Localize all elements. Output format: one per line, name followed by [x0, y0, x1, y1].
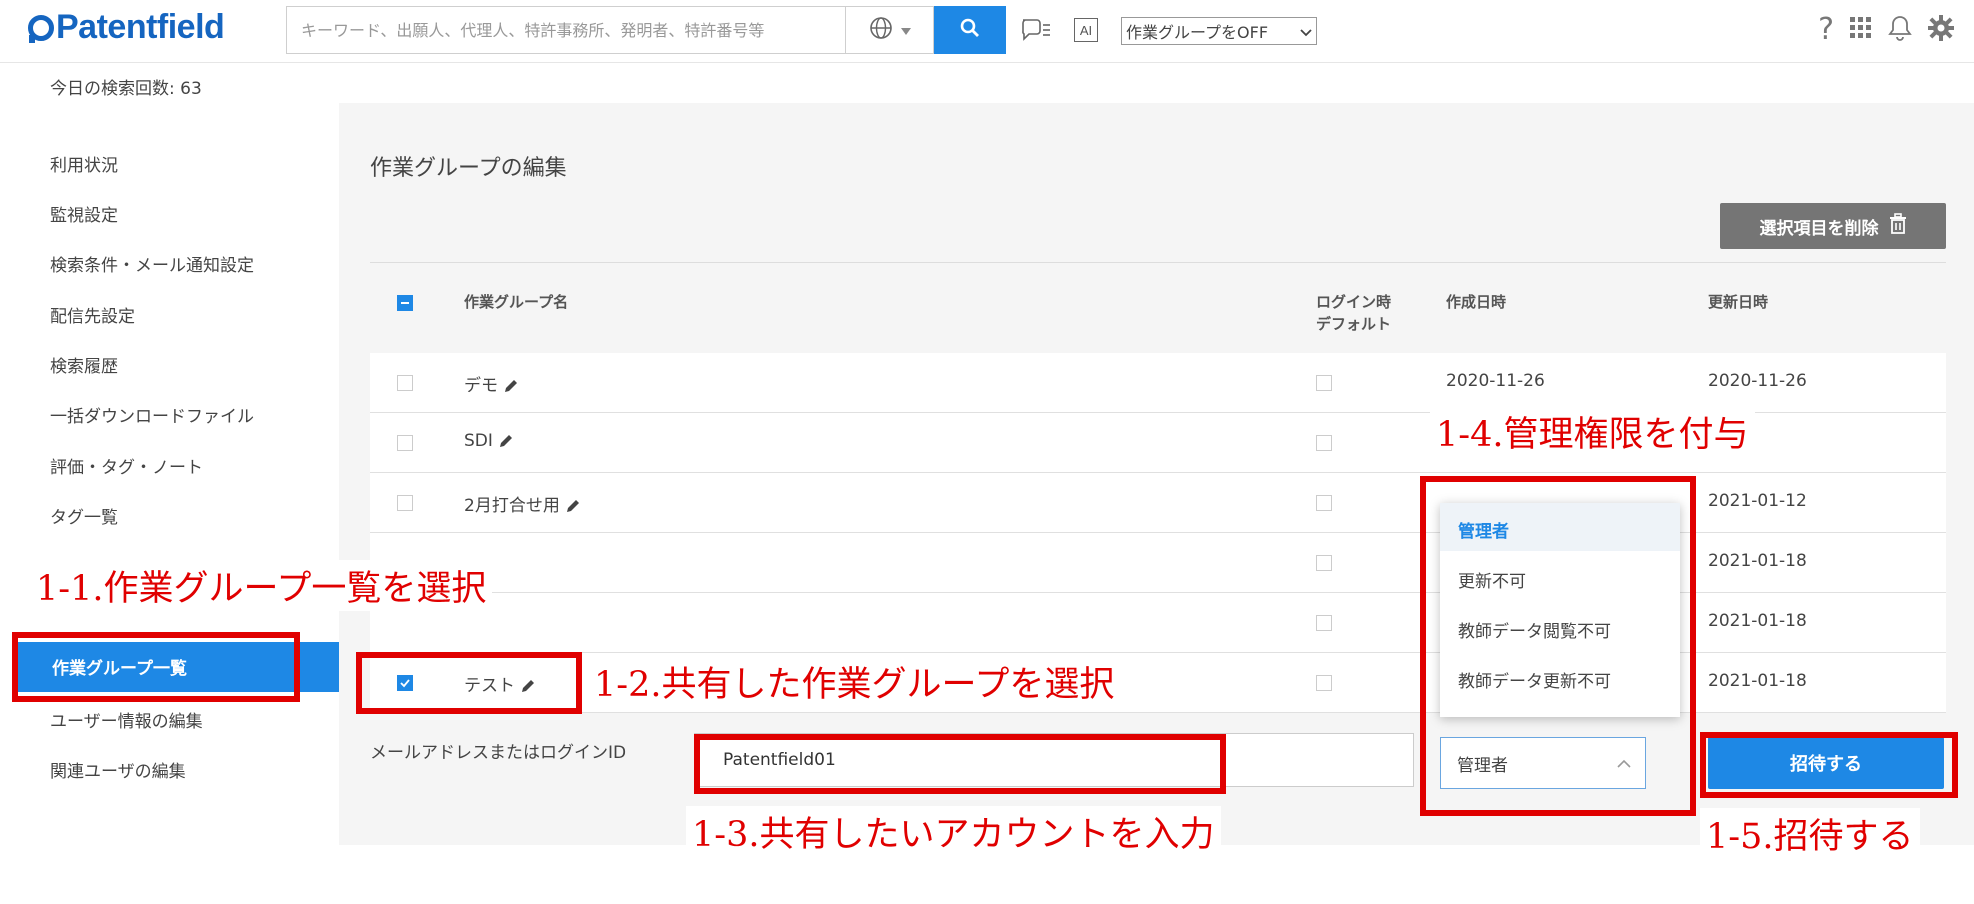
search-icon	[960, 18, 980, 42]
search-count: 今日の検索回数: 63	[50, 79, 202, 99]
annotation-1: 1-1.作業グループ一覧を選択	[30, 560, 493, 611]
annotation-box-4	[1420, 476, 1696, 816]
chevron-down-icon	[1300, 22, 1312, 41]
login-default-checkbox[interactable]	[1316, 495, 1332, 511]
logo[interactable]: Patentfield	[28, 8, 225, 47]
header-right-icons: ?	[1818, 12, 1954, 47]
annotation-4: 1-4.管理権限を付与	[1430, 406, 1755, 457]
annotation-5: 1-5.招待する	[1700, 808, 1920, 859]
bell-icon[interactable]	[1888, 15, 1912, 45]
updated-date: 2020-11-26	[1708, 371, 1807, 391]
annotation-box-3	[694, 734, 1226, 794]
chat-icon[interactable]	[1018, 12, 1054, 48]
table-header: 作業グループ名 ログイン時 デフォルト 作成日時 更新日時	[370, 262, 1946, 354]
table-row[interactable]: 2021-01-18	[370, 533, 1946, 593]
annotation-box-5	[1700, 732, 1958, 798]
sidebar-item-downloads[interactable]: 一括ダウンロードファイル	[50, 402, 254, 427]
updated-date: 2021-01-18	[1708, 551, 1807, 571]
col-login-default-1: ログイン時	[1316, 293, 1392, 311]
search-button[interactable]	[934, 6, 1006, 54]
page-title: 作業グループの編集	[370, 156, 567, 181]
updated-date: 2021-01-12	[1708, 491, 1807, 511]
login-default-checkbox[interactable]	[1316, 555, 1332, 571]
ai-label: AI	[1074, 18, 1098, 42]
delete-selected-label: 選択項目を削除	[1759, 218, 1879, 239]
table-row[interactable]: 2月打合せ用 2021-01-12	[370, 473, 1946, 533]
login-default-checkbox[interactable]	[1316, 435, 1332, 451]
row-checkbox[interactable]	[397, 435, 413, 451]
login-default-checkbox[interactable]	[1316, 375, 1332, 391]
pencil-icon[interactable]	[566, 498, 580, 518]
login-default-checkbox[interactable]	[1316, 615, 1332, 631]
sidebar-item-evaluation[interactable]: 評価・タグ・ノート	[50, 453, 203, 478]
updated-date: 2021-01-18	[1708, 671, 1807, 691]
pencil-icon[interactable]	[499, 433, 513, 453]
group-name[interactable]: 2月打合せ用	[464, 491, 580, 518]
sidebar-item-tags[interactable]: タグ一覧	[50, 503, 118, 528]
pencil-icon[interactable]	[504, 378, 518, 398]
annotation-box-1	[12, 632, 300, 702]
work-group-select[interactable]: 作業グループをOFF	[1121, 17, 1317, 45]
updated-date: 2021-01-18	[1708, 611, 1807, 631]
gear-icon[interactable]	[1928, 14, 1954, 45]
search-box	[286, 6, 846, 54]
annotation-2: 1-2.共有した作業グループを選択	[588, 656, 1121, 707]
sidebar-item-monitoring[interactable]: 監視設定	[50, 201, 118, 226]
work-group-select-value: 作業グループをOFF	[1126, 23, 1269, 42]
caret-down-icon	[900, 21, 911, 40]
delete-selected-button[interactable]: 選択項目を削除	[1720, 203, 1946, 249]
col-name: 作業グループ名	[464, 293, 569, 311]
col-login-default-2: デフォルト	[1316, 315, 1392, 333]
sidebar-item-delivery[interactable]: 配信先設定	[50, 302, 135, 327]
col-created: 作成日時	[1446, 293, 1507, 311]
created-date: 2020-11-26	[1446, 371, 1545, 391]
row-checkbox[interactable]	[397, 495, 413, 511]
col-updated: 更新日時	[1708, 293, 1769, 311]
table-row[interactable]: デモ 2020-11-26 2020-11-26	[370, 353, 1946, 413]
annotation-box-2	[356, 652, 582, 714]
annotation-3: 1-3.共有したいアカウントを入力	[686, 806, 1221, 857]
sidebar-item-usage[interactable]: 利用状況	[50, 151, 118, 176]
email-label: メールアドレスまたはログインID	[370, 743, 627, 763]
top-bar: Patentfield AI 作業グループをOFF ?	[0, 0, 1974, 63]
sidebar-item-history[interactable]: 検索履歴	[50, 352, 118, 377]
sidebar-item-search-conditions[interactable]: 検索条件・メール通知設定	[50, 251, 254, 276]
row-checkbox[interactable]	[397, 375, 413, 391]
select-all-checkbox[interactable]	[397, 295, 413, 311]
sidebar-item-user-info[interactable]: ユーザー情報の編集	[50, 707, 203, 732]
globe-icon	[869, 16, 893, 44]
trash-icon	[1889, 212, 1907, 240]
table-row[interactable]: 2021-01-18	[370, 593, 1946, 653]
sidebar-item-related-users[interactable]: 関連ユーザの編集	[50, 757, 186, 782]
search-input[interactable]	[287, 7, 845, 53]
logo-mark-icon	[28, 15, 54, 43]
ai-icon[interactable]: AI	[1068, 12, 1104, 48]
apps-grid-icon[interactable]	[1850, 16, 1872, 43]
group-name[interactable]: SDI	[464, 431, 513, 453]
language-select[interactable]	[846, 6, 934, 54]
group-name[interactable]: デモ	[464, 371, 518, 398]
login-default-checkbox[interactable]	[1316, 675, 1332, 691]
help-icon[interactable]: ?	[1818, 12, 1834, 47]
